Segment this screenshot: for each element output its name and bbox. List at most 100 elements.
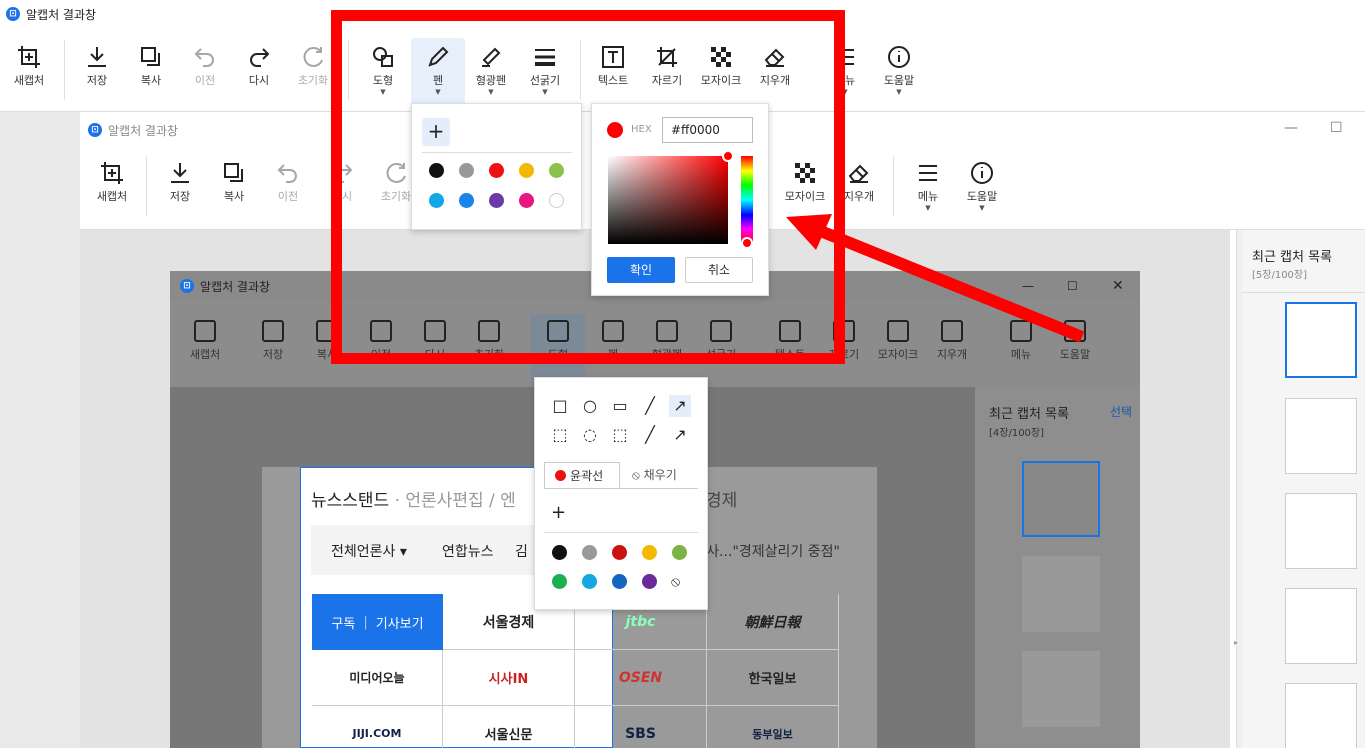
- filter-all: 전체언론사 ▾: [331, 544, 407, 560]
- inner-undo-button[interactable]: 이전: [261, 154, 315, 224]
- capture-thumbnail[interactable]: [1285, 588, 1357, 664]
- red-arrow-annotation: [786, 214, 1085, 343]
- redo-button[interactable]: 다시: [232, 38, 286, 108]
- capture-thumbnail[interactable]: [1285, 302, 1357, 378]
- capture-thumbnail[interactable]: [1285, 398, 1357, 474]
- line-icon: ╱: [645, 396, 655, 415]
- press-cell: 한국일보: [707, 650, 839, 706]
- copy-icon: [224, 163, 243, 182]
- undo-icon: [194, 48, 214, 67]
- app-logo-icon: ⊡: [180, 279, 194, 293]
- dashed-arrow-icon: ↗: [673, 425, 687, 444]
- help-button[interactable]: 도움말 ▼: [872, 38, 926, 108]
- press-cell: 미디어오늘: [312, 650, 443, 706]
- divider: [64, 40, 65, 100]
- press-cell: OSEN: [575, 650, 707, 706]
- save-button[interactable]: 저장: [70, 38, 124, 108]
- red-highlight-box: [331, 10, 845, 364]
- newsstand-sub: 엔: [500, 491, 516, 511]
- tool-label: 이전: [277, 190, 299, 203]
- tool-label: 다시: [248, 74, 270, 87]
- capture-thumbnail[interactable]: [1285, 493, 1357, 569]
- filter-kim: 김: [515, 544, 528, 560]
- crop-icon: [194, 320, 216, 342]
- download-icon: [171, 163, 189, 183]
- no-color-icon: ⦸: [671, 574, 681, 590]
- subscribe-label: 구독: [331, 616, 356, 632]
- captured-sidebar-count: [4장/100장]: [989, 428, 1045, 439]
- info-icon: [888, 46, 910, 68]
- refresh-icon: [303, 47, 323, 67]
- app-logo-icon: ⊡: [88, 123, 102, 137]
- captured-sidebar-title: 최근 캡처 목록: [989, 407, 1070, 422]
- shape-color-swatch: [582, 545, 597, 560]
- inner-save-button[interactable]: 저장: [153, 154, 207, 224]
- press-cell: 시사IN: [443, 650, 575, 706]
- tool-label: 이전: [194, 74, 216, 87]
- tool-label: 새캡처: [96, 190, 128, 203]
- tool-label: 복사: [223, 190, 245, 203]
- tool-label: 저장: [262, 348, 284, 361]
- redo-icon: [250, 48, 270, 67]
- fill-tab: ⦸ 채우기: [632, 468, 677, 482]
- eraser-icon: [848, 164, 869, 183]
- dashed-bubble-icon: ⬚: [612, 425, 628, 444]
- press-cell: 서울신문: [443, 706, 575, 748]
- captured-thumbnail: [1022, 461, 1100, 537]
- tool-label: 저장: [169, 190, 191, 203]
- captured-select-link: 선택: [1110, 405, 1133, 419]
- sidebar-splitter[interactable]: [1236, 230, 1242, 748]
- shape-color-swatch: [612, 574, 627, 589]
- inner-new-capture-button[interactable]: 새캡처: [85, 154, 139, 224]
- undo-icon: [277, 164, 297, 183]
- divider: [893, 156, 894, 216]
- captured-tool-crop: 새캡처: [178, 314, 232, 380]
- newsstand-sub: 언론사편집: [405, 491, 484, 511]
- rectangle-icon: □: [552, 396, 568, 415]
- crop-icon: [18, 46, 40, 68]
- press-cell: SBS: [575, 706, 707, 748]
- subscribe-tab: 구독 | 기사보기: [312, 594, 443, 650]
- press-cell: 朝鮮日報: [707, 594, 839, 650]
- info-icon: [971, 162, 993, 184]
- minimize-icon[interactable]: —: [1284, 120, 1298, 136]
- chevron-down-icon: ▼: [896, 88, 902, 96]
- copy-button[interactable]: 복사: [124, 38, 178, 108]
- shape-color-swatch: [552, 574, 567, 589]
- dashed-rectangle-icon: ⬚: [552, 425, 568, 444]
- tool-label: 새캡처: [189, 348, 221, 361]
- shape-color-swatch: [552, 545, 567, 560]
- tool-label: 도움말: [883, 74, 915, 87]
- tool-label: 메뉴: [917, 190, 939, 203]
- crop-icon: [101, 162, 123, 184]
- filter-all-label: 전체언론사: [331, 544, 396, 560]
- inner-copy-button[interactable]: 복사: [207, 154, 261, 224]
- circle-icon: ○: [583, 396, 597, 415]
- sidebar-title: 최근 캡처 목록: [1252, 250, 1333, 265]
- arrow-shaft: [815, 224, 1085, 343]
- new-capture-button[interactable]: 새캡처: [2, 38, 56, 108]
- undo-button[interactable]: 이전: [178, 38, 232, 108]
- dashed-line-icon: ╱: [645, 425, 655, 444]
- add-color-icon: +: [551, 502, 567, 523]
- capture-thumbnail[interactable]: [1285, 683, 1357, 748]
- filter-yonhap: 연합뉴스: [442, 544, 494, 560]
- captured-title: 알캡처 결과창: [200, 279, 271, 294]
- shape-color-swatch: [672, 545, 687, 560]
- tool-label: 새캡처: [13, 74, 45, 87]
- app-logo-icon: ⊡: [6, 7, 20, 21]
- newsstand-sub: 경제: [706, 491, 738, 511]
- view-articles-label: 기사보기: [375, 616, 424, 632]
- tab-divider: |: [363, 614, 368, 630]
- captured-thumbnail: [1022, 651, 1100, 727]
- maximize-icon[interactable]: ☐: [1330, 120, 1343, 136]
- tool-label: 복사: [140, 74, 162, 87]
- newsstand-header: 뉴스스탠드 · 언론사편집 / 엔: [311, 491, 516, 511]
- outline-tab: 윤곽선: [544, 462, 620, 488]
- divider: [544, 532, 698, 533]
- press-cell: JIJI.COM: [312, 706, 443, 748]
- speech-bubble-icon: ▭: [612, 396, 628, 415]
- chevron-right-icon[interactable]: ▸: [1234, 638, 1238, 647]
- captured-thumbnail: [1022, 556, 1100, 632]
- sidebar-count: [5장/100장]: [1252, 270, 1308, 281]
